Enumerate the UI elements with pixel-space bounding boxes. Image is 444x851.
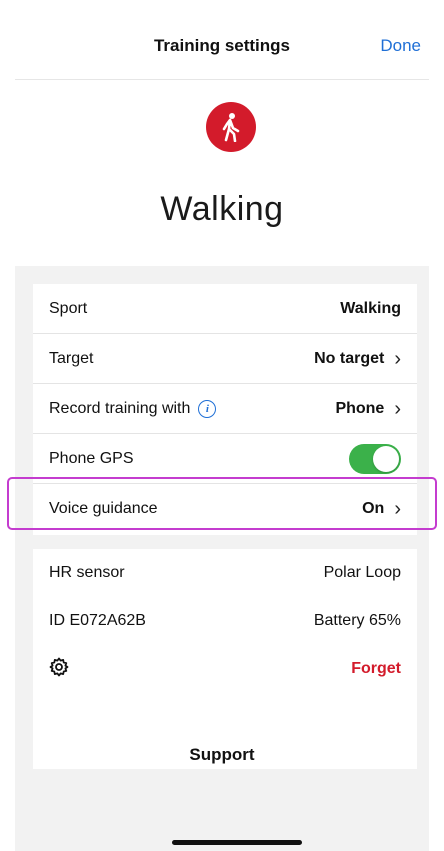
phone-gps-row: Phone GPS [33, 434, 417, 484]
gear-icon[interactable] [49, 657, 69, 682]
sport-title: Walking [160, 190, 284, 228]
phone-gps-toggle[interactable] [349, 443, 401, 474]
phone-gps-label: Phone GPS [49, 449, 134, 467]
sport-row[interactable]: Sport Walking [33, 284, 417, 334]
sensor-id: ID E072A62B [49, 612, 146, 629]
sensor-actions-row: Forget [33, 645, 417, 693]
training-settings-card: Sport Walking Target No target › Record … [33, 284, 417, 535]
forget-button[interactable]: Forget [351, 660, 401, 678]
voice-guidance-label: Voice guidance [49, 500, 158, 517]
target-value: No target [314, 349, 385, 367]
home-indicator [172, 840, 302, 845]
info-icon[interactable]: i [198, 399, 217, 418]
support-link[interactable]: Support [15, 745, 429, 765]
sport-label: Sport [49, 299, 88, 317]
sensor-id-row: ID E072A62B Battery 65% [33, 597, 417, 645]
target-row[interactable]: Target No target › [33, 334, 417, 384]
chevron-right-icon: › [394, 397, 401, 420]
chevron-right-icon: › [394, 498, 401, 520]
record-training-value: Phone [335, 399, 385, 417]
chevron-right-icon: › [394, 347, 401, 370]
hr-sensor-card: HR sensor Polar Loop ID E072A62B Battery… [33, 549, 417, 769]
voice-guidance-row[interactable]: Voice guidance On › [33, 484, 417, 534]
page-title: Training settings [153, 36, 291, 55]
record-training-label: Record training with [49, 399, 191, 417]
hr-sensor-value: Polar Loop [323, 564, 401, 581]
done-button[interactable]: Done [380, 36, 421, 56]
record-training-row[interactable]: Record training with i Phone › [33, 384, 417, 434]
training-settings-sheet: Training settings Done Walking Sport Wal… [15, 12, 429, 851]
hr-sensor-row: HR sensor Polar Loop [33, 549, 417, 597]
voice-guidance-value: On [362, 500, 385, 517]
battery-level: Battery 65% [313, 612, 401, 629]
hr-sensor-label: HR sensor [49, 564, 125, 581]
toggle-knob [373, 445, 399, 472]
sport-value: Walking [340, 299, 401, 317]
target-label: Target [49, 349, 94, 367]
nav-bar: Training settings Done [15, 12, 429, 80]
walking-person-icon [206, 102, 256, 152]
sport-header: Walking [15, 80, 429, 266]
